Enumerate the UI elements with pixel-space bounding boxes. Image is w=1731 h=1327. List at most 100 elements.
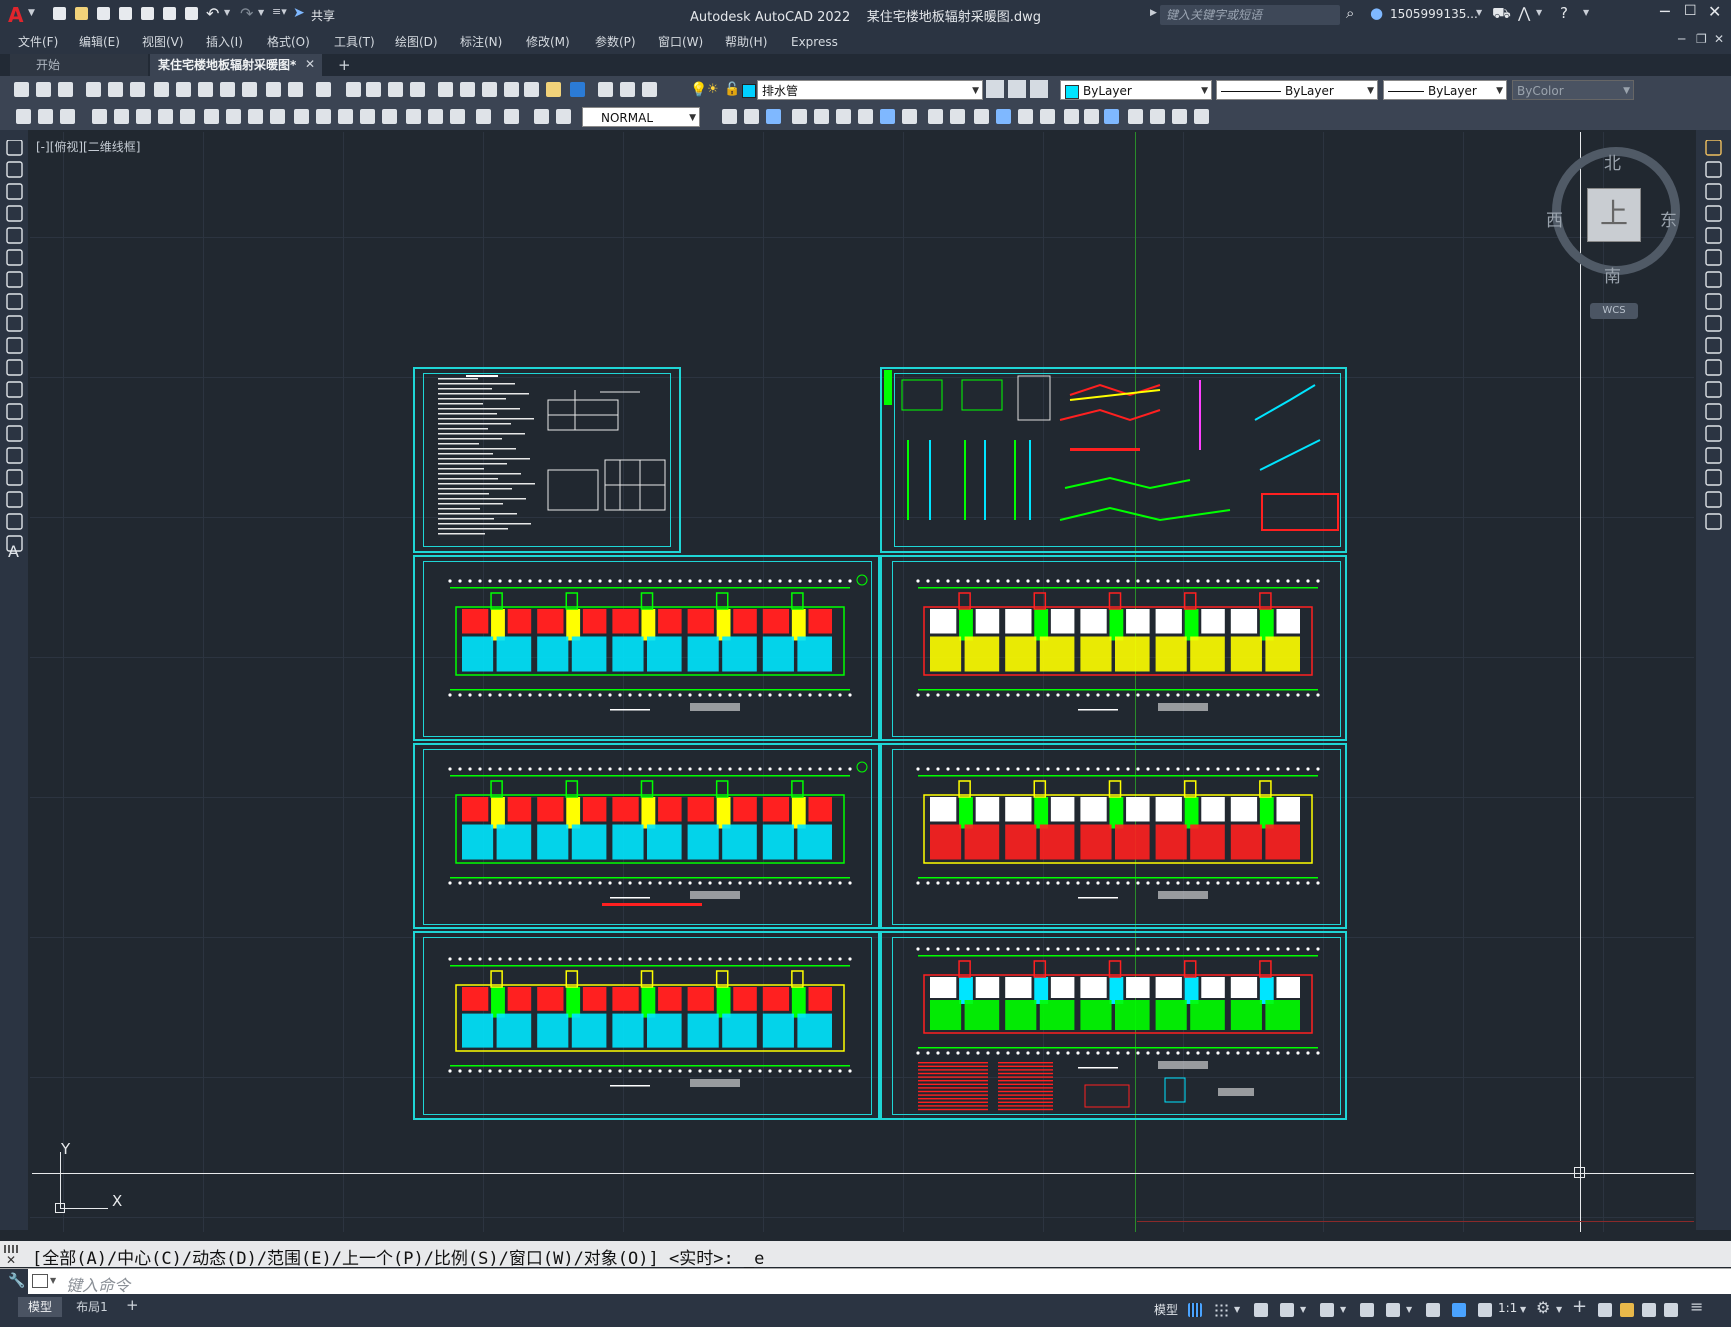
- axis-bubble: [518, 767, 522, 771]
- room-block-b: [507, 797, 532, 822]
- stair-core: [716, 609, 731, 641]
- axis-bubble: [728, 957, 732, 961]
- axis-bubble: [488, 767, 492, 771]
- axis-bubble: [478, 881, 482, 885]
- axis-bubble: [838, 881, 842, 885]
- room-block-b: [1050, 797, 1075, 822]
- command-input[interactable]: 键入命令: [66, 1272, 130, 1296]
- room-block-c: [687, 636, 719, 672]
- axis-bubble: [986, 947, 990, 951]
- plan-title: [610, 1085, 650, 1087]
- axis-bubble: [1196, 579, 1200, 583]
- command-grip-icon[interactable]: [4, 1245, 18, 1253]
- axis-bubble: [678, 957, 682, 961]
- axis-bubble: [688, 881, 692, 885]
- stair-core: [566, 987, 581, 1018]
- axis-bubble: [818, 579, 822, 583]
- axis-bubble: [668, 693, 672, 697]
- axis-bubble: [1126, 947, 1130, 951]
- axis-bubble: [966, 693, 970, 697]
- dimension-line-top: [450, 965, 850, 967]
- object-snap-icon[interactable]: [1382, 1300, 1404, 1320]
- annotation-monitor-icon[interactable]: +: [1572, 1296, 1587, 1317]
- axis-bubble: [936, 881, 940, 885]
- axis-bubble: [1206, 579, 1210, 583]
- axis-bubble: [966, 579, 970, 583]
- axis-bubble: [1226, 1051, 1230, 1055]
- plan-title: [1078, 897, 1118, 899]
- axis-bubble: [688, 1069, 692, 1073]
- add-layout-button[interactable]: +: [126, 1296, 139, 1314]
- object-snap-tracking-icon[interactable]: [1356, 1300, 1378, 1320]
- model-tab[interactable]: 模型: [18, 1297, 62, 1317]
- recent-commands-dropdown-icon[interactable]: ▼: [50, 1276, 56, 1285]
- snap-dropdown-icon[interactable]: ▼: [1234, 1305, 1240, 1314]
- annotation-scale[interactable]: 1:1: [1498, 1301, 1517, 1315]
- polar-toggle-icon[interactable]: [1276, 1300, 1298, 1320]
- axis-bubble: [838, 767, 842, 771]
- room-block-a: [1230, 609, 1258, 634]
- ortho-toggle-icon[interactable]: [1250, 1300, 1272, 1320]
- grid-toggle-icon[interactable]: [1184, 1300, 1206, 1320]
- isodraft-dropdown-icon[interactable]: ▼: [1340, 1305, 1346, 1314]
- axis-bubble: [768, 957, 772, 961]
- room-block-c: [1230, 636, 1262, 672]
- auto-scale-icon[interactable]: [1474, 1300, 1496, 1320]
- units-icon[interactable]: [1594, 1300, 1616, 1320]
- room-block-a: [462, 797, 489, 822]
- customize-status-icon[interactable]: ≡: [1690, 1297, 1703, 1316]
- axis-bubble: [1076, 579, 1080, 583]
- axis-bubble: [548, 579, 552, 583]
- isolate-objects-icon[interactable]: [1660, 1300, 1682, 1320]
- stair-core: [491, 987, 505, 1018]
- axis-bubble: [778, 881, 782, 885]
- command-close-icon[interactable]: ✕: [6, 1253, 16, 1267]
- lineweight-toggle-icon[interactable]: [1422, 1300, 1444, 1320]
- axis-bubble: [1266, 947, 1270, 951]
- axis-bubble: [1136, 767, 1140, 771]
- axis-bubble: [808, 579, 812, 583]
- room-block-a: [612, 609, 639, 634]
- red-note-line: [918, 1108, 988, 1111]
- room-block-c: [1155, 824, 1187, 860]
- axis-bubble: [1046, 693, 1050, 697]
- model-space-button[interactable]: 模型: [1154, 1301, 1178, 1318]
- axis-bubble: [638, 693, 642, 697]
- axis-bubble: [618, 579, 622, 583]
- scale-dropdown-icon[interactable]: ▼: [1520, 1305, 1526, 1314]
- axis-bubble: [1156, 1051, 1160, 1055]
- axis-bubble: [468, 693, 472, 697]
- object-snap-dropdown-icon[interactable]: ▼: [1406, 1305, 1412, 1314]
- axis-bubble: [1176, 881, 1180, 885]
- axis-bubble: [996, 947, 1000, 951]
- room-block-c: [462, 1013, 494, 1048]
- floor-plan-4: [916, 767, 1320, 899]
- room-block-b: [1276, 609, 1300, 634]
- note-line: [438, 528, 508, 530]
- customize-wrench-icon[interactable]: 🔧: [8, 1273, 25, 1289]
- quick-properties-icon[interactable]: [1616, 1300, 1638, 1320]
- note-line: [438, 413, 497, 415]
- lock-ui-icon[interactable]: [1638, 1300, 1660, 1320]
- workspace-gear-icon[interactable]: ⚙: [1536, 1298, 1550, 1317]
- layout-tab[interactable]: 布局1: [70, 1297, 114, 1317]
- axis-bubble: [936, 947, 940, 951]
- snap-toggle-icon[interactable]: [1210, 1300, 1232, 1320]
- room-block-d: [1265, 824, 1300, 860]
- workspace-dropdown-icon[interactable]: ▼: [1556, 1305, 1562, 1314]
- axis-bubble: [1126, 767, 1130, 771]
- axis-bubble: [568, 693, 572, 697]
- annotation-visibility-icon[interactable]: [1448, 1300, 1470, 1320]
- axis-bubble: [1106, 767, 1110, 771]
- axis-bubble: [1056, 881, 1060, 885]
- room-block-b: [1126, 977, 1150, 998]
- room-block-d: [647, 824, 682, 860]
- note-line: [438, 418, 534, 420]
- note-line: [438, 488, 512, 490]
- isodraft-toggle-icon[interactable]: [1316, 1300, 1338, 1320]
- polar-dropdown-icon[interactable]: ▼: [1300, 1305, 1306, 1314]
- command-prompt-icon[interactable]: [32, 1274, 48, 1288]
- axis-bubble: [448, 957, 452, 961]
- axis-bubble: [916, 947, 920, 951]
- room-block-b: [975, 797, 1000, 822]
